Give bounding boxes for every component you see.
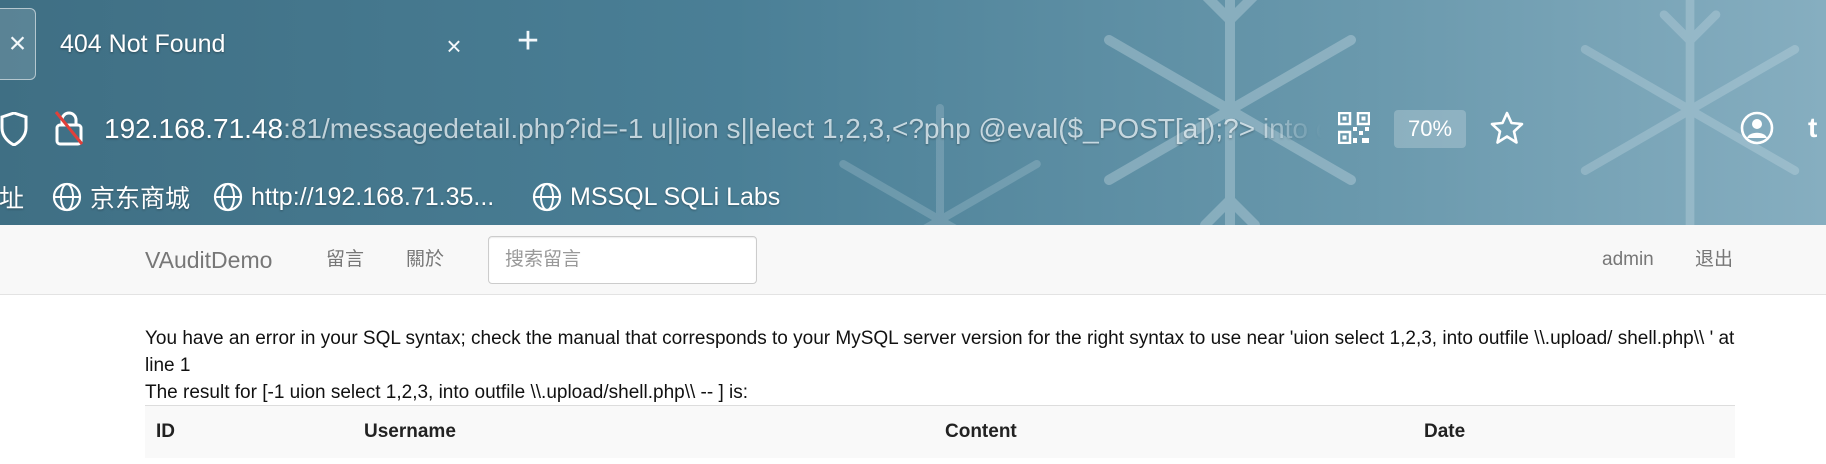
tab-strip: × 404 Not Found × + xyxy=(0,0,1826,88)
sql-error-message: You have an error in your SQL syntax; ch… xyxy=(145,328,1735,376)
account-icon[interactable] xyxy=(1740,111,1774,145)
address-toolbar: 192.168.71.48:81/messagedetail.php?id=-1… xyxy=(0,92,1826,166)
url-path: :81/messagedetail.php?id=-1 u||ion s||el… xyxy=(283,113,1322,144)
bookmark-item[interactable]: 网址 xyxy=(0,172,24,222)
shield-icon[interactable] xyxy=(0,112,28,146)
nav-link-about[interactable]: 關於 xyxy=(406,225,444,295)
site-navbar: VAuditDemo 留言 關於 admin 退出 xyxy=(0,225,1826,295)
new-tab-button[interactable]: + xyxy=(510,22,546,60)
result-caption: The result for [-1 uion select 1,2,3, in… xyxy=(145,382,749,403)
column-header-username: Username xyxy=(353,405,934,458)
url-host: 192.168.71.48 xyxy=(104,113,284,144)
tab-active[interactable]: 404 Not Found × xyxy=(34,8,464,80)
column-header-date: Date xyxy=(1413,405,1735,458)
table-header-row: ID Username Content Date xyxy=(145,405,1735,458)
search-input[interactable] xyxy=(488,236,757,284)
bookmark-item[interactable]: 京东商城 xyxy=(52,172,190,222)
bookmark-label: MSSQL SQLi Labs xyxy=(570,182,781,211)
address-bar[interactable]: 192.168.71.48:81/messagedetail.php?id=-1… xyxy=(104,92,1322,166)
column-header-content: Content xyxy=(934,405,1413,458)
globe-icon xyxy=(532,182,562,212)
bookmark-label: http://192.168.71.35... xyxy=(251,182,495,211)
nav-link-message[interactable]: 留言 xyxy=(326,225,364,295)
bookmark-item[interactable]: MSSQL SQLi Labs xyxy=(532,172,780,222)
tab-title: 404 Not Found xyxy=(60,30,226,58)
tab-close-icon[interactable]: × xyxy=(442,33,466,59)
close-icon[interactable]: × xyxy=(0,8,36,80)
bookmark-label: 网址 xyxy=(0,185,25,213)
globe-icon xyxy=(213,182,243,212)
result-table: ID Username Content Date xyxy=(145,405,1735,458)
browser-chrome: × 404 Not Found × + 192.168.71.48:81/mes… xyxy=(0,0,1826,225)
zoom-level-badge[interactable]: 70% xyxy=(1394,110,1466,148)
qr-code-icon[interactable] xyxy=(1338,112,1370,144)
bookmarks-bar: 网址 京东商城 http://192.168.71.35... MSSQL SQ… xyxy=(0,172,1826,222)
site-brand-link[interactable]: VAuditDemo xyxy=(145,225,272,295)
globe-icon xyxy=(52,182,82,212)
extensions-icon[interactable]: t xyxy=(1808,112,1817,144)
bookmark-item[interactable]: http://192.168.71.35... xyxy=(213,172,494,222)
insecure-lock-icon[interactable] xyxy=(54,110,84,146)
bookmark-label: 京东商城 xyxy=(90,185,191,213)
page-content: VAuditDemo 留言 關於 admin 退出 You have an er… xyxy=(0,225,1826,464)
star-icon[interactable] xyxy=(1490,111,1524,145)
nav-link-logout[interactable]: 退出 xyxy=(1695,225,1733,295)
nav-link-admin[interactable]: admin xyxy=(1602,225,1654,295)
column-header-id: ID xyxy=(145,405,353,458)
main-content: You have an error in your SQL syntax; ch… xyxy=(145,325,1735,458)
